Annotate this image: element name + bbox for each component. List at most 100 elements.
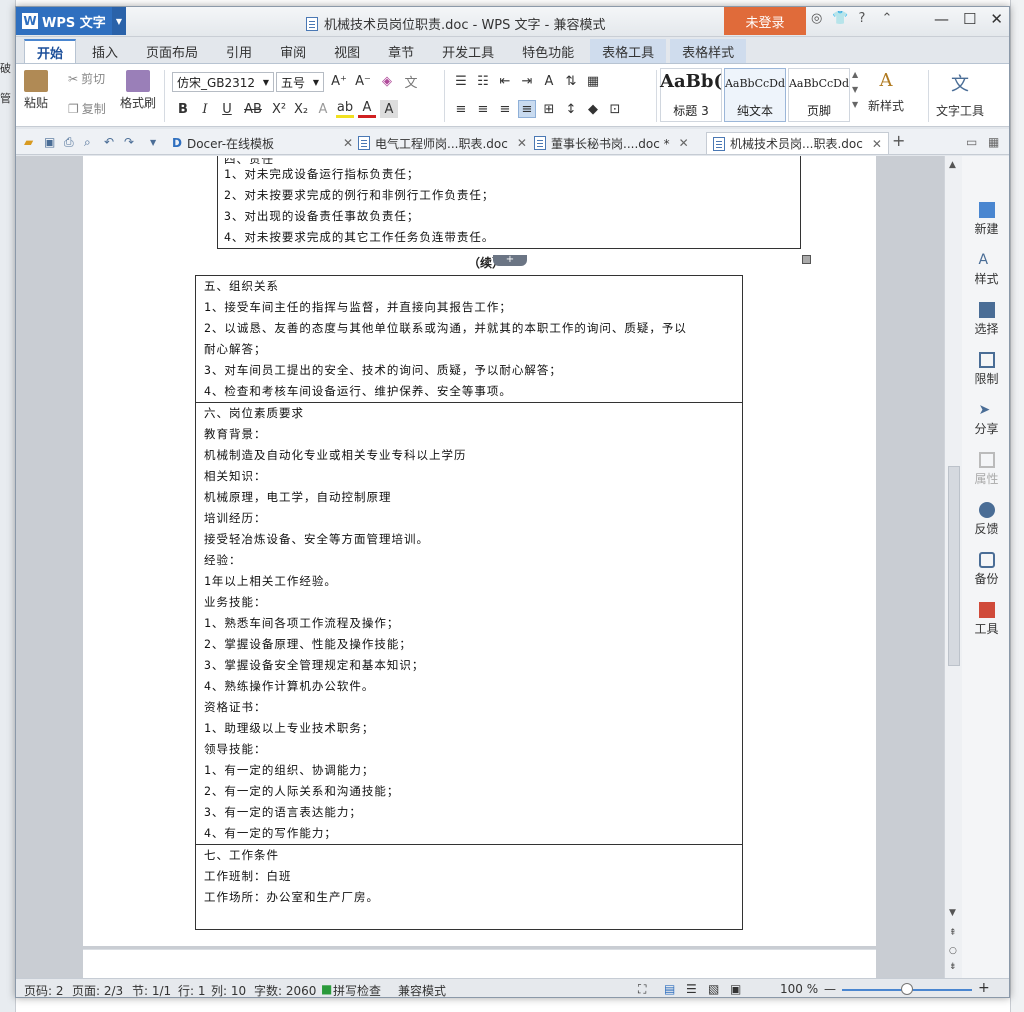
tab-view[interactable]: 视图 (322, 39, 372, 63)
borders-icon[interactable]: ⊡ (606, 100, 624, 118)
close-icon[interactable]: ✕ (517, 136, 527, 150)
doc-tab-docer[interactable]: D Docer-在线模板 ✕ (166, 132, 359, 154)
bold-icon[interactable]: B (174, 100, 192, 118)
close-icon[interactable]: ✕ (990, 10, 1003, 28)
skin-icon[interactable]: ◎ (811, 11, 822, 26)
font-size-select[interactable]: 五号 ▼ (276, 72, 324, 92)
chevron-down-icon[interactable]: ▼ (112, 7, 126, 35)
decrease-indent-icon[interactable]: ⇤ (496, 72, 514, 90)
status-spell-check[interactable]: 拼写检查 (333, 982, 381, 997)
chevron-down-icon[interactable]: ▼ (150, 138, 156, 147)
panel-select[interactable]: 选择 (962, 302, 1009, 337)
new-style-button[interactable]: A 新样式 (868, 70, 904, 114)
reading-view-icon[interactable]: ▣ (730, 982, 741, 996)
char-shading-icon[interactable]: A (380, 100, 398, 118)
subscript-icon[interactable]: X₂ (292, 100, 310, 118)
char-scale-icon[interactable]: A (540, 72, 558, 90)
close-icon[interactable]: ✕ (679, 136, 689, 150)
table-cell-work-conditions[interactable]: 七、工作条件 工作班制：白班 工作场所：办公室和生产厂房。 (196, 845, 742, 929)
highlight-icon[interactable]: ab (336, 100, 354, 118)
save-icon[interactable]: ▣ (44, 135, 55, 149)
add-row-icon[interactable]: + (493, 255, 527, 266)
print-icon[interactable]: ⎙ (64, 135, 74, 150)
document-page[interactable]: 四、责任 1、对未完成设备运行指标负责任； 2、对未按要求完成的例行和非例行工作… (83, 156, 876, 946)
more-icon[interactable]: ▼ (852, 100, 858, 109)
format-painter-button[interactable]: 格式刷 (120, 70, 156, 111)
next-page-icon[interactable]: ⇟ (949, 962, 957, 972)
tab-chapter[interactable]: 章节 (376, 39, 426, 63)
table-icon[interactable]: ▦ (584, 72, 602, 90)
panel-new[interactable]: 新建 (962, 202, 1009, 237)
justify-icon[interactable]: ≡ (518, 100, 536, 118)
web-view-icon[interactable]: ▧ (708, 982, 719, 996)
panel-properties[interactable]: 属性 (962, 452, 1009, 487)
doc-tab[interactable]: 电气工程师岗...职表.doc ✕ (352, 132, 533, 154)
panel-style[interactable]: A 样式 (962, 252, 1009, 287)
shading-icon[interactable]: ◆ (584, 100, 602, 118)
panel-tools[interactable]: 工具 (962, 602, 1009, 637)
style-heading-3[interactable]: AaBb( 标题 3 (660, 68, 722, 122)
zoom-slider-knob[interactable] (901, 983, 913, 995)
superscript-icon[interactable]: X² (270, 100, 288, 118)
text-effect-icon[interactable]: A (314, 100, 332, 118)
table-resize-handle[interactable] (802, 255, 811, 264)
outline-view-icon[interactable]: ☰ (686, 982, 697, 996)
close-icon[interactable]: ✕ (872, 137, 882, 151)
help-icon[interactable]: ? (859, 11, 866, 26)
tab-table-tools[interactable]: 表格工具 (590, 39, 667, 63)
table-cell-requirements[interactable]: 六、岗位素质要求 教育背景： 机械制造及自动化专业或相关专业专科以上学历 相关知… (196, 403, 742, 845)
chevron-down-icon[interactable]: ▼ (852, 85, 858, 94)
bullet-list-icon[interactable]: ☰ (452, 72, 470, 90)
redo-icon[interactable]: ↷ (124, 135, 134, 149)
style-footer[interactable]: AaBbCcDd 页脚 (788, 68, 850, 122)
panel-backup[interactable]: 备份 (962, 552, 1009, 587)
new-tab-icon[interactable]: + (892, 131, 905, 150)
line-spacing-icon[interactable]: ↕ (562, 100, 580, 118)
copy-button[interactable]: ❐ 复制 (68, 100, 106, 117)
distributed-icon[interactable]: ⊞ (540, 100, 558, 118)
text-tools-button[interactable]: 文 文字工具 (936, 70, 984, 119)
cut-button[interactable]: ✂ 剪切 (68, 70, 105, 87)
sort-icon[interactable]: ⇅ (562, 72, 580, 90)
login-button[interactable]: 未登录 (724, 7, 806, 35)
tab-home[interactable]: 开始 (24, 39, 77, 63)
tab-special[interactable]: 特色功能 (510, 39, 586, 63)
zoom-out-icon[interactable]: — (824, 982, 836, 996)
tab-review[interactable]: 审阅 (268, 39, 318, 63)
tab-menu-icon[interactable]: ▦ (988, 135, 999, 149)
increase-indent-icon[interactable]: ⇥ (518, 72, 536, 90)
tab-page-layout[interactable]: 页面布局 (134, 39, 210, 63)
select-browse-icon[interactable]: ○ (949, 946, 957, 956)
panel-restrict[interactable]: 限制 (962, 352, 1009, 387)
vertical-scrollbar[interactable]: ▲ ▼ ⇞ ○ ⇟ (944, 156, 962, 978)
tab-list-icon[interactable]: ▭ (966, 135, 977, 149)
style-gallery-scroll[interactable]: ▲ ▼ ▼ (852, 70, 858, 109)
align-left-icon[interactable]: ≡ (452, 100, 470, 118)
font-color-icon[interactable]: A (358, 100, 376, 118)
strikethrough-icon[interactable]: AB (240, 100, 266, 118)
doc-tab[interactable]: 董事长秘书岗....doc * ✕ (528, 132, 695, 154)
paste-button[interactable]: 粘贴 (24, 70, 48, 111)
page-view-icon[interactable]: ▤ (664, 982, 675, 996)
shrink-font-icon[interactable]: A⁻ (354, 72, 372, 90)
panel-share[interactable]: ➤ 分享 (962, 402, 1009, 437)
clear-format-icon[interactable]: ◈ (378, 72, 396, 90)
tab-table-style[interactable]: 表格样式 (670, 39, 747, 63)
maximize-icon[interactable]: ☐ (963, 10, 976, 28)
italic-icon[interactable]: I (196, 100, 214, 118)
numbered-list-icon[interactable]: ☷ (474, 72, 492, 90)
style-plain-text[interactable]: AaBbCcDd 纯文本 (724, 68, 786, 122)
shirt-icon[interactable]: 👕 (832, 11, 848, 26)
scroll-down-icon[interactable]: ▼ (949, 908, 956, 918)
zoom-level[interactable]: 100 % (780, 982, 818, 996)
table-cell-org-relations[interactable]: 五、组织关系 1、接受车间主任的指挥与监督，并直接向其报告工作； 2、以诚恳、友… (196, 276, 742, 403)
tab-insert[interactable]: 插入 (80, 39, 130, 63)
prev-page-icon[interactable]: ⇞ (949, 928, 957, 938)
doc-tab-active[interactable]: 机械技术员岗...职表.doc ✕ (706, 132, 889, 154)
chevron-up-icon[interactable]: ▲ (852, 70, 858, 79)
undo-icon[interactable]: ↶ (104, 135, 114, 149)
tab-developer[interactable]: 开发工具 (430, 39, 506, 63)
minimize-icon[interactable]: — (934, 10, 949, 28)
collapse-ribbon-icon[interactable]: ⌃ (881, 11, 892, 26)
fullscreen-icon[interactable]: ⛶ (638, 982, 646, 997)
